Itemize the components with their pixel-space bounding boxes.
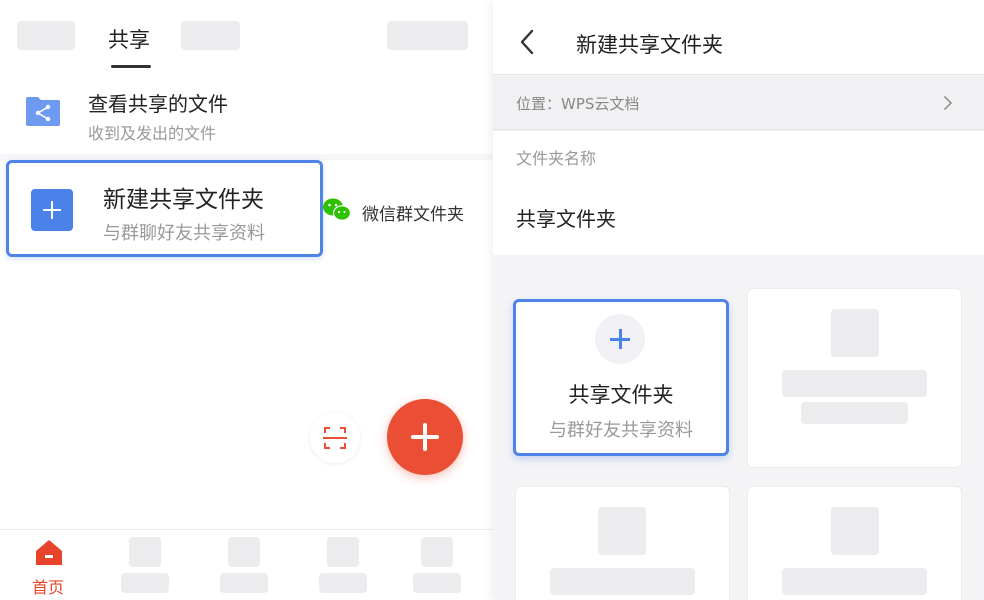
template-placeholder-title — [782, 568, 927, 595]
panel-title: 新建共享文件夹 — [576, 33, 723, 57]
location-text: 位置：WPS云文档 — [516, 95, 640, 113]
active-tab-indicator — [111, 65, 151, 68]
nav-placeholder-label — [121, 573, 169, 593]
panel-header: 新建共享文件夹 — [493, 0, 984, 75]
nav-home-label: 首页 — [32, 578, 65, 597]
view-shared-subtitle: 收到及发出的文件 — [88, 124, 217, 143]
template-card-placeholder[interactable] — [747, 486, 962, 600]
template-placeholder-icon — [598, 507, 646, 555]
scan-button[interactable] — [310, 413, 360, 463]
bottom-navigation: 首页 — [0, 529, 493, 600]
nav-placeholder-label — [220, 573, 268, 593]
shared-folder-icon — [26, 97, 60, 126]
template-placeholder-icon — [831, 309, 879, 357]
view-shared-title: 查看共享的文件 — [88, 92, 228, 116]
header-action-placeholder[interactable] — [387, 21, 468, 50]
folder-name-input[interactable]: 共享文件夹 — [516, 203, 616, 232]
view-shared-files-row[interactable]: 查看共享的文件 收到及发出的文件 — [0, 78, 493, 154]
nav-placeholder-icon[interactable] — [327, 537, 359, 567]
template-card-placeholder[interactable] — [515, 486, 730, 600]
template-placeholder-title — [550, 568, 695, 595]
tab-placeholder-2[interactable] — [181, 21, 240, 50]
folder-name-section: 文件夹名称 共享文件夹 — [493, 131, 984, 255]
nav-placeholder-icon[interactable] — [129, 537, 161, 567]
nav-placeholder-label — [319, 573, 367, 593]
template-card-placeholder[interactable] — [747, 288, 962, 468]
create-shared-title: 新建共享文件夹 — [103, 187, 264, 213]
template-placeholder-subtitle — [801, 402, 908, 424]
right-panel: 新建共享文件夹 位置：WPS云文档 文件夹名称 共享文件夹 共享文件夹 与群好友… — [493, 0, 984, 600]
plus-icon — [31, 189, 73, 231]
create-shared-folder-card[interactable]: 新建共享文件夹 与群聊好友共享资料 — [6, 160, 323, 257]
plus-icon — [595, 314, 645, 364]
chevron-left-icon[interactable] — [517, 28, 537, 56]
create-shared-subtitle: 与群聊好友共享资料 — [103, 223, 265, 244]
template-subtitle: 与群好友共享资料 — [549, 420, 693, 441]
left-panel: 共享 查看共享的文件 收到及发出的文件 新建共享文件夹 与群聊好友共享资料 微信… — [0, 0, 493, 600]
wechat-folder-label[interactable]: 微信群文件夹 — [362, 200, 464, 225]
template-placeholder-title — [782, 370, 927, 397]
chevron-right-icon — [944, 96, 953, 110]
template-card-shared-folder[interactable]: 共享文件夹 与群好友共享资料 — [513, 299, 729, 456]
template-title: 共享文件夹 — [568, 383, 674, 407]
location-row[interactable]: 位置：WPS云文档 — [493, 76, 984, 130]
add-fab-button[interactable] — [387, 399, 463, 475]
nav-placeholder-label — [413, 573, 461, 593]
scan-icon — [323, 427, 347, 449]
home-icon — [36, 540, 62, 565]
template-placeholder-icon — [831, 507, 879, 555]
nav-placeholder-icon[interactable] — [228, 537, 260, 567]
nav-placeholder-icon[interactable] — [421, 537, 453, 567]
folder-name-label: 文件夹名称 — [516, 149, 597, 168]
tab-share[interactable]: 共享 — [108, 24, 150, 54]
wechat-icon[interactable] — [322, 197, 352, 223]
tab-placeholder-1[interactable] — [17, 21, 75, 50]
